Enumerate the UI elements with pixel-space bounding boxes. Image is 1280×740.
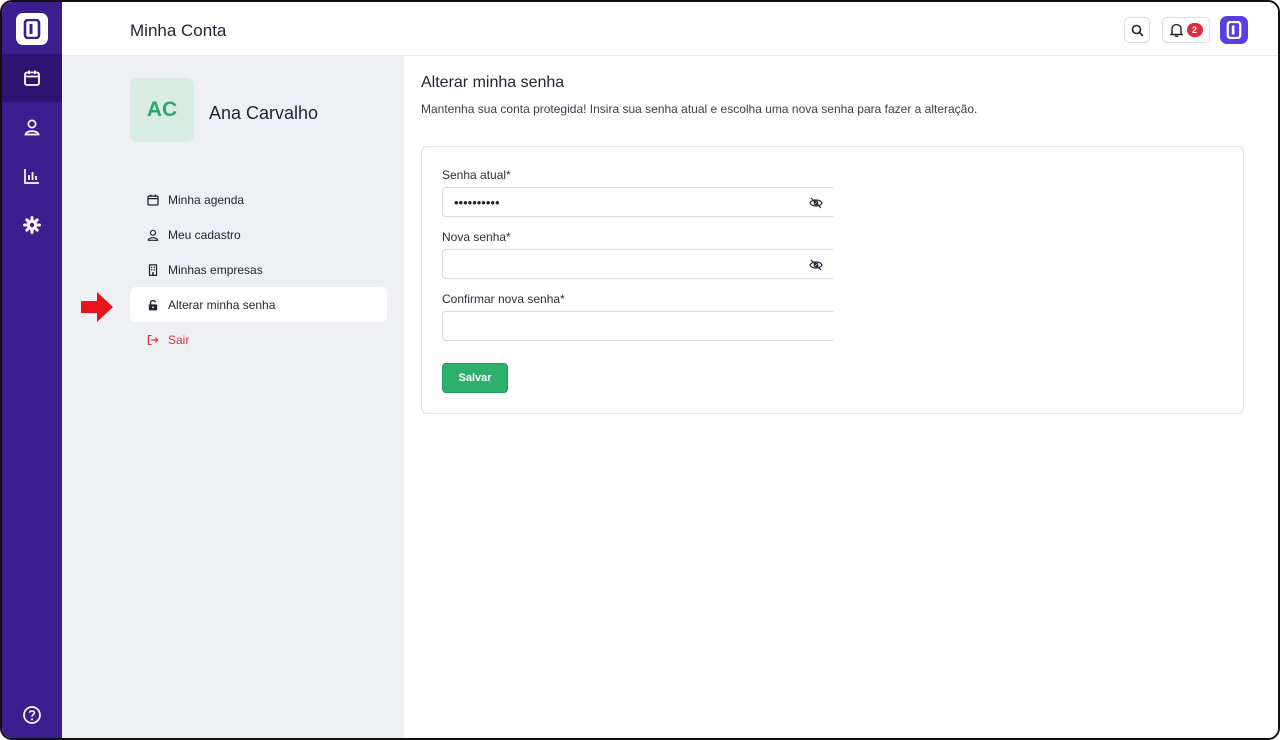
page-title: Minha Conta [130,21,227,40]
red-pointer-arrow-icon [81,292,113,322]
menu-item-label: Meu cadastro [168,227,241,242]
help-icon [23,706,41,724]
toggle-visibility-button[interactable] [809,258,823,272]
confirm-password-input[interactable] [443,312,833,340]
new-password-label: Nova senha* [442,230,511,244]
rail-item-user[interactable] [2,103,62,151]
menu-item-alterar-senha[interactable]: Alterar minha senha [130,287,387,322]
menu-item-label: Sair [168,332,190,347]
avatar: AC [130,78,194,142]
menu-item-agenda[interactable]: Minha agenda [130,182,387,217]
user-name: Ana Carvalho [209,103,319,123]
building-icon [147,263,159,276]
section-description: Mantenha sua conta protegida! Insira sua… [421,102,978,116]
save-button[interactable]: Salvar [442,363,508,393]
confirm-password-label: Confirmar nova senha* [442,292,565,306]
menu-item-label: Minhas empresas [168,262,263,277]
bell-icon [1169,23,1183,37]
section-title: Alterar minha senha [421,74,565,91]
new-password-field-wrapper [442,249,833,279]
lock-icon [147,299,159,311]
menu-item-label: Alterar minha senha [168,297,276,312]
toggle-visibility-button[interactable] [809,196,823,210]
search-button[interactable] [1124,17,1150,43]
app-window: Minha Conta 2 AC Ana Carvalho Minha agen… [0,0,1280,740]
user-icon [147,229,159,241]
search-icon [1131,24,1144,37]
current-password-field-wrapper [442,187,833,217]
eye-slash-icon [809,259,823,271]
change-password-form: Senha atual* Nova senha* Confirmar nova … [421,146,1244,414]
current-password-input[interactable] [443,188,833,216]
chart-icon [24,169,39,184]
main-content: Alterar minha senha Mantenha sua conta p… [404,56,1278,738]
rail-item-agenda[interactable] [2,54,62,102]
calendar-icon [147,194,159,206]
rail-item-settings[interactable] [2,201,62,249]
menu-item-cadastro[interactable]: Meu cadastro [130,217,387,252]
left-rail [2,2,62,738]
gear-icon [23,216,41,234]
menu-item-empresas[interactable]: Minhas empresas [130,252,387,287]
calendar-icon [24,70,40,86]
confirm-password-field-wrapper [442,311,833,341]
app-logo[interactable] [16,13,48,45]
menu-item-label: Minha agenda [168,192,245,207]
account-menu: Minha agenda Meu cadastro Minhas empresa… [130,182,387,357]
new-password-input[interactable] [443,250,833,278]
current-password-label: Senha atual* [442,168,511,182]
eye-slash-icon [809,197,823,209]
rail-item-reports[interactable] [2,152,62,200]
top-header: Minha Conta 2 [62,2,1278,56]
logo-icon [1226,21,1242,39]
user-icon [24,119,40,136]
account-panel: AC Ana Carvalho Minha agenda Meu cadastr… [62,56,404,738]
logo-icon [23,19,41,39]
rail-help[interactable] [2,700,62,730]
header-logo[interactable] [1220,16,1248,44]
notifications-button[interactable]: 2 [1162,17,1210,43]
menu-item-sair[interactable]: Sair [130,322,387,357]
notifications-badge: 2 [1186,23,1203,37]
logout-icon [147,334,159,346]
